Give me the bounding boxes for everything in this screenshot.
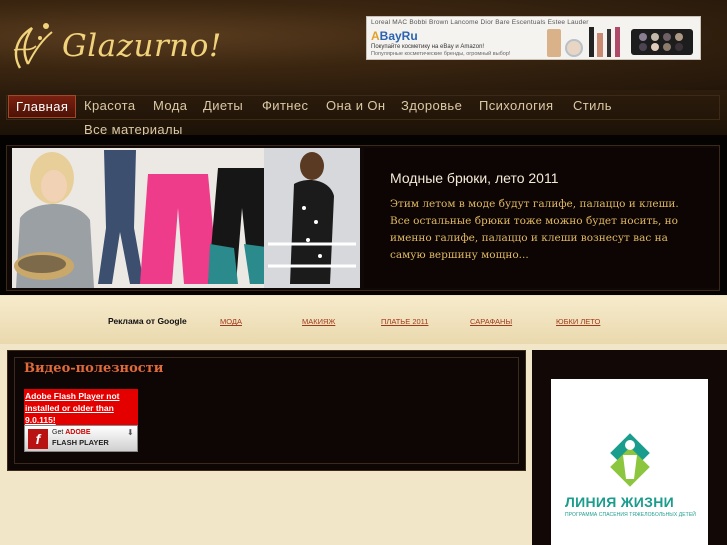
nav-item-health[interactable]: Здоровье [401, 98, 462, 113]
nav-item-fitness[interactable]: Фитнес [262, 98, 308, 113]
liniya-zhizni-subtitle: ПРОГРАММА СПАСЕНИЯ ТЯЖЕЛОБОЛЬНЫХ ДЕТЕЙ [565, 512, 696, 518]
site-header: Glazurno! Loreal MAC Bobbi Brown Lancome… [0, 0, 727, 90]
nav-item-she-and-he[interactable]: Она и Он [326, 98, 386, 113]
nav-item-fashion[interactable]: Мода [153, 98, 187, 113]
ad-links-strip: Реклама от Google МОДА МАКИЯЖ ПЛАТЬЕ 201… [0, 296, 727, 344]
ad-link-summer-skirts[interactable]: ЮБКИ ЛЕТО [556, 317, 600, 326]
liniya-zhizni-title: ЛИНИЯ ЖИЗНИ [565, 494, 674, 510]
nav-item-diets[interactable]: Диеты [203, 98, 243, 113]
featured-description: Этим летом в моде будут галифе, палаццо … [390, 198, 679, 261]
featured-image[interactable] [12, 148, 360, 288]
ad-link-dress-2011[interactable]: ПЛАТЬЕ 2011 [381, 317, 428, 326]
flash-get-label: Get ADOBE [52, 429, 91, 436]
ad-link-sundresses[interactable]: САРАФАНЫ [470, 317, 512, 326]
download-arrow-icon: ⬇ [127, 428, 134, 437]
flash-logo-icon: f [28, 429, 48, 449]
logo-text: Glazurno! [62, 28, 222, 64]
video-widget-title: Видео-полезности [24, 361, 164, 376]
site-logo[interactable]: Glazurno! [6, 18, 221, 74]
liniya-zhizni-logo-icon [610, 433, 650, 487]
logo-flourish-icon [13, 23, 53, 69]
ad-link-makeup[interactable]: МАКИЯЖ [302, 317, 335, 326]
video-widget: Видео-полезности Adobe Flash Player not … [7, 350, 526, 471]
nav-item-home[interactable]: Главная [8, 95, 77, 118]
flash-warning-link[interactable]: Adobe Flash Player not installed or olde… [24, 389, 138, 425]
fashion-collage-image [12, 148, 360, 288]
flash-player-label: FLASH PLAYER [52, 438, 109, 447]
cosmetics-products-icon [547, 27, 693, 57]
featured-text-panel: Модные брюки, лето 2011 Этим летом в мод… [364, 148, 719, 288]
get-flash-player-button[interactable]: f Get ADOBE FLASH PLAYER ⬇ [24, 425, 138, 452]
google-ads-label[interactable]: Реклама от Google [108, 316, 187, 326]
liniya-zhizni-ad[interactable]: ЛИНИЯ ЖИЗНИ ПРОГРАММА СПАСЕНИЯ ТЯЖЕЛОБОЛ… [551, 379, 708, 545]
nav-item-beauty[interactable]: Красота [84, 98, 135, 113]
banner-line2: Популярные косметические бренды, огромны… [371, 51, 511, 57]
nav-item-style[interactable]: Стиль [573, 98, 612, 113]
banner-logo: ABayRu [371, 29, 418, 43]
ad-link-fashion[interactable]: МОДА [220, 317, 242, 326]
banner-line1: Покупайте косметику на eBay и Amazon! [371, 44, 485, 50]
featured-title[interactable]: Модные брюки, лето 2011 [390, 170, 559, 186]
nav-item-psychology[interactable]: Психология [479, 98, 553, 113]
cosmetics-ad-banner[interactable]: Loreal MAC Bobbi Brown Lancome Dior Bare… [366, 16, 701, 60]
